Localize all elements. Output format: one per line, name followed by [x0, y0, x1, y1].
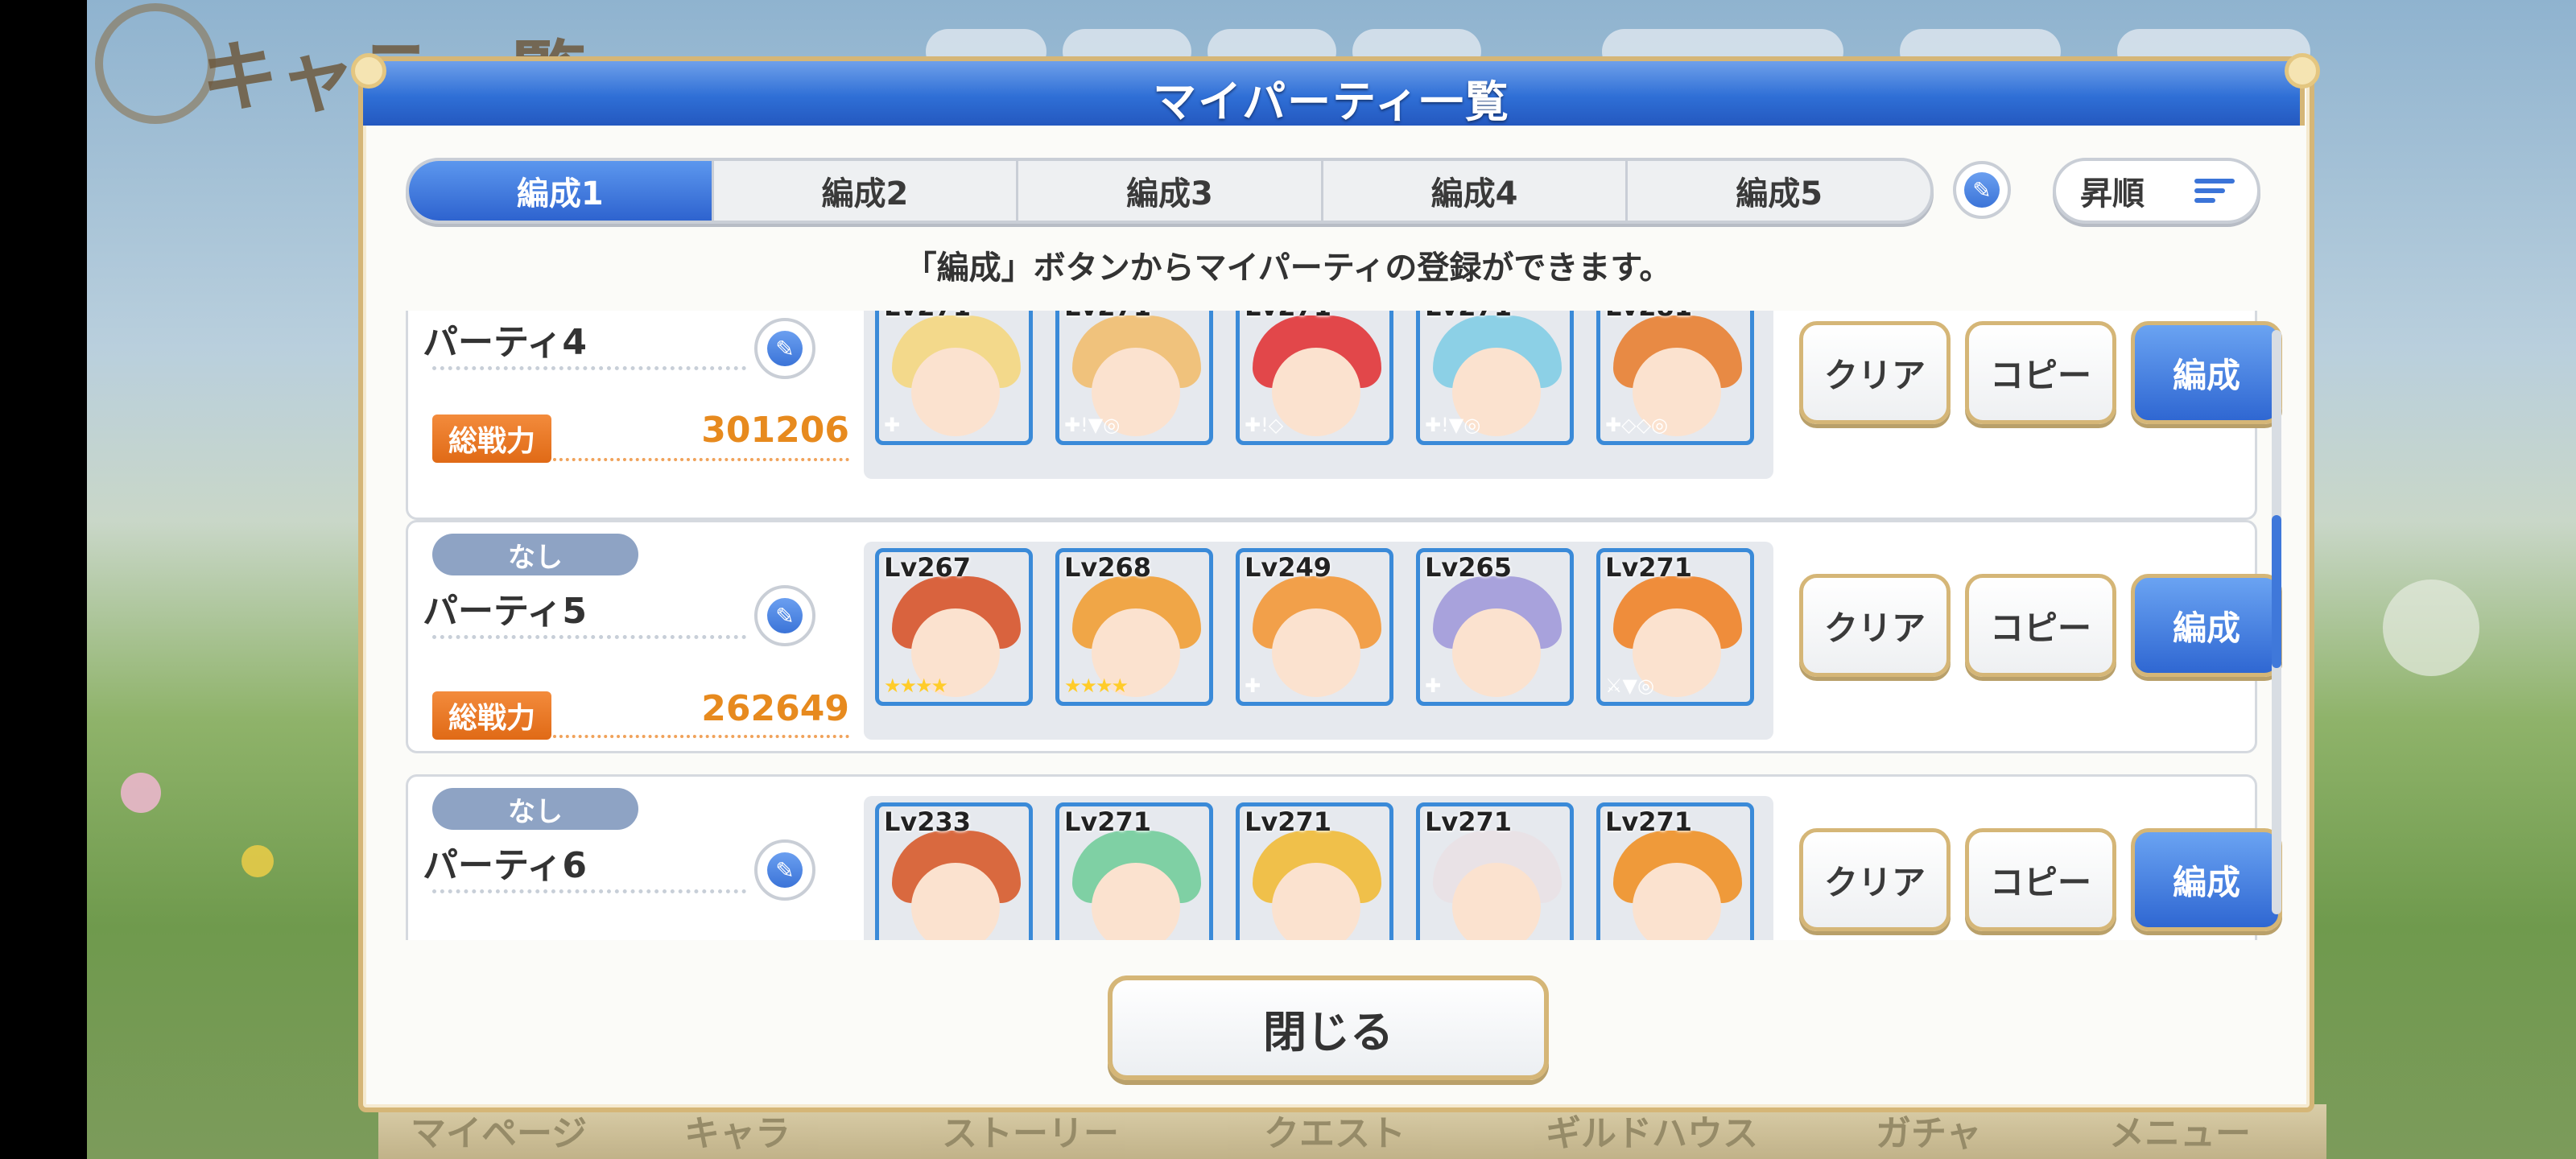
status-badge: なし	[432, 534, 638, 575]
copy-button[interactable]: コピー	[1965, 321, 2116, 424]
character-icon[interactable]: Lv271	[1236, 802, 1393, 940]
sort-label: 昇順	[2080, 175, 2145, 212]
sort-lines-icon	[2194, 179, 2235, 206]
edit-party-button[interactable]: 編成	[2131, 321, 2282, 424]
tab-formation-1[interactable]: 編成1	[409, 161, 714, 221]
close-button[interactable]: 閉じる	[1108, 975, 1549, 1080]
character-icon[interactable]: Lv271✚!◇	[1236, 311, 1393, 445]
character-icon[interactable]: Lv271 ⚔▼◎	[1596, 548, 1754, 706]
dialog-title: マイパーティ一覧	[1153, 76, 1510, 127]
character-icon[interactable]: Lv268 ★★★★	[1055, 548, 1213, 706]
flower-decoration	[242, 845, 274, 877]
tab-formation-5[interactable]: 編成5	[1628, 161, 1930, 221]
corner-ornament-icon	[351, 53, 386, 89]
character-icon[interactable]: Lv233	[875, 802, 1033, 940]
clear-button[interactable]: クリア	[1799, 321, 1951, 424]
status-badge: なし	[432, 788, 638, 830]
party-row: パーティ4 ✎ 総戦力 301206 Lv271✚ Lv271✚!▼◎ Lv27…	[406, 311, 2282, 520]
divider	[553, 458, 849, 461]
clear-button[interactable]: クリア	[1799, 574, 1951, 677]
character-slots: Lv271✚ Lv271✚!▼◎ Lv271✚!◇ Lv271✚!▼◎ Lv28…	[864, 311, 1773, 479]
party-name: パーティ5	[423, 591, 587, 632]
character-slots: Lv267 ★★★★ Lv268 ★★★★ Lv249 ✚ Lv265 ✚ Lv271 ⚔…	[864, 542, 1773, 740]
party-list[interactable]: パーティ4 ✎ 総戦力 301206 Lv271✚ Lv271✚!▼◎ Lv27…	[370, 311, 2293, 940]
character-icon[interactable]: Lv281✚◇◇◎	[1596, 311, 1754, 445]
character-slots: Lv233 Lv271 Lv271 Lv271 Lv271	[864, 796, 1773, 940]
divider	[432, 889, 746, 893]
pencil-icon: ✎	[767, 852, 803, 888]
edit-party-button[interactable]: 編成	[2131, 828, 2282, 931]
edit-name-button[interactable]: ✎	[754, 585, 815, 646]
cloud-decoration	[2383, 580, 2479, 676]
character-icon[interactable]: Lv271✚!▼◎	[1055, 311, 1213, 445]
copy-button[interactable]: コピー	[1965, 574, 2116, 677]
pencil-icon: ✎	[767, 598, 803, 633]
character-icon[interactable]: Lv271	[1596, 802, 1754, 940]
total-power-label: 総戦力	[432, 415, 551, 463]
edit-name-button[interactable]: ✎	[754, 839, 815, 901]
bottom-nav: マイページ キャラ ストーリー クエスト ギルドハウス ガチャ メニュー	[378, 1104, 2326, 1159]
total-power-value: 301206	[701, 410, 849, 451]
character-icon[interactable]: Lv265 ✚	[1416, 548, 1574, 706]
character-icon[interactable]: Lv271✚!▼◎	[1416, 311, 1574, 445]
flower-decoration	[121, 773, 161, 813]
character-icon[interactable]: Lv271	[1055, 802, 1213, 940]
clear-button[interactable]: クリア	[1799, 828, 1951, 931]
pencil-icon: ✎	[1964, 172, 2000, 208]
party-row: なし パーティ6 ✎ Lv233 Lv271 Lv271 Lv271 Lv271…	[406, 774, 2282, 940]
tab-formation-3[interactable]: 編成3	[1018, 161, 1323, 221]
total-power-label: 総戦力	[432, 691, 551, 740]
title-ornament-icon	[95, 3, 216, 124]
character-icon[interactable]: Lv271✚	[875, 311, 1033, 445]
tab-formation-2[interactable]: 編成2	[714, 161, 1019, 221]
corner-ornament-icon	[2285, 53, 2320, 89]
divider	[432, 635, 746, 639]
copy-button[interactable]: コピー	[1965, 828, 2116, 931]
rename-tab-button[interactable]: ✎	[1953, 161, 2011, 219]
party-name: パーティ4	[423, 322, 587, 363]
letterbox-bar	[0, 0, 87, 1159]
edit-name-button[interactable]: ✎	[754, 318, 815, 379]
formation-tabs: 編成1 編成2 編成3 編成4 編成5	[406, 158, 1934, 224]
sort-order-button[interactable]: 昇順	[2053, 158, 2260, 224]
character-icon[interactable]: Lv267 ★★★★	[875, 548, 1033, 706]
pencil-icon: ✎	[767, 331, 803, 366]
total-power-value: 262649	[701, 688, 849, 729]
divider	[432, 366, 746, 370]
scrollbar-thumb[interactable]	[2272, 515, 2281, 668]
character-icon[interactable]: Lv271	[1416, 802, 1574, 940]
character-icon[interactable]: Lv249 ✚	[1236, 548, 1393, 706]
divider	[553, 735, 849, 738]
dialog-header: マイパーティ一覧	[358, 56, 2305, 127]
party-row: なし パーティ5 ✎ 総戦力 262649 Lv267 ★★★★ Lv268 ★★★…	[406, 520, 2282, 753]
party-name: パーティ6	[423, 845, 587, 886]
info-text: 「編成」ボタンからマイパーティの登録ができます。	[904, 250, 1672, 287]
tab-formation-4[interactable]: 編成4	[1323, 161, 1629, 221]
edit-party-button[interactable]: 編成	[2131, 574, 2282, 677]
